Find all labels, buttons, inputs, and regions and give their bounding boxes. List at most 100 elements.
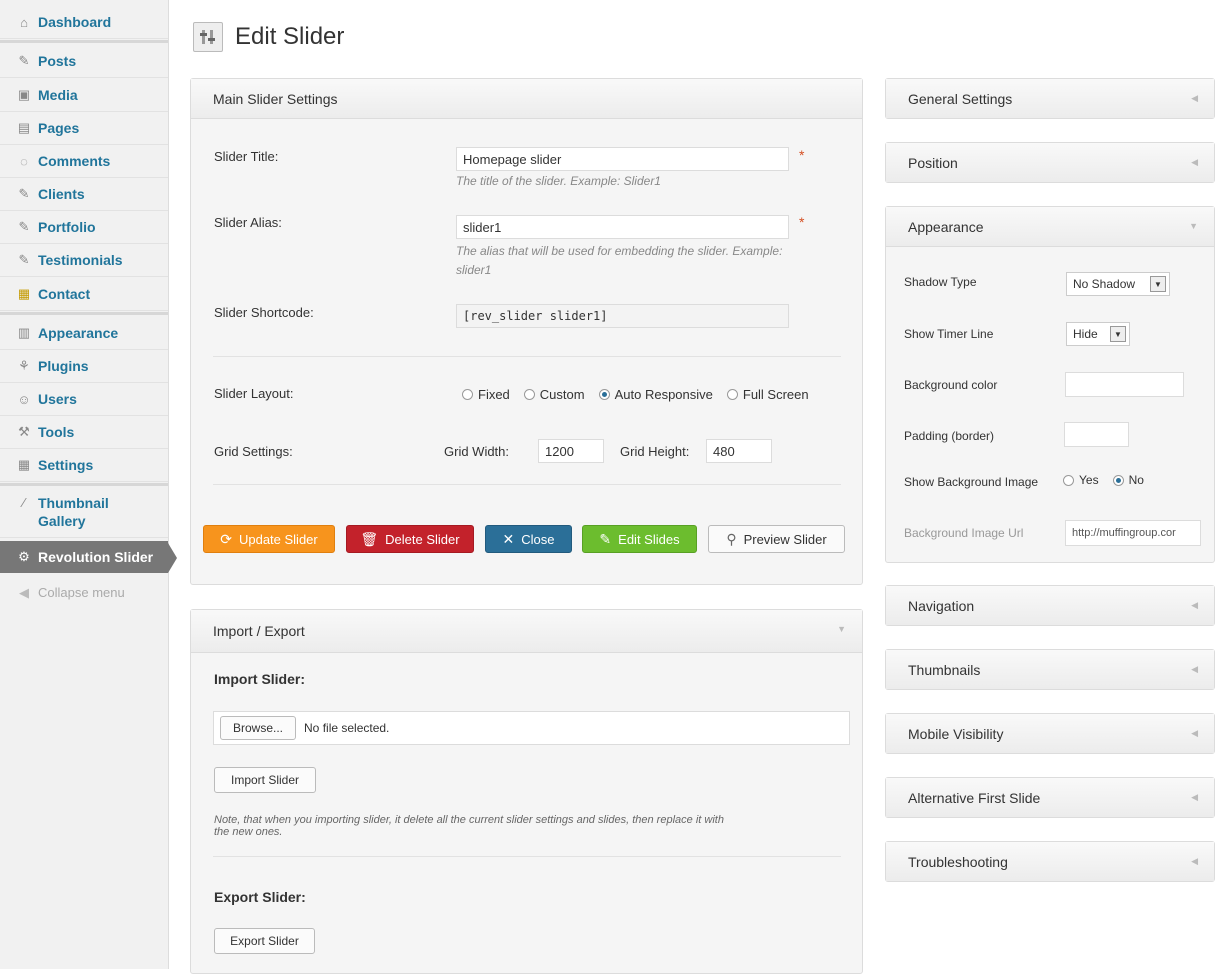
background-color-input[interactable] bbox=[1065, 372, 1184, 397]
sidebar-item-plugins[interactable]: ⚘ Plugins bbox=[0, 350, 168, 383]
sidebar-item-dashboard[interactable]: ⌂ Dashboard bbox=[0, 6, 168, 39]
edit-slides-button[interactable]: ✎ Edit Slides bbox=[582, 525, 697, 553]
alternative-first-slide-panel[interactable]: Alternative First Slide ◀ bbox=[885, 777, 1215, 818]
radio-yes[interactable]: Yes bbox=[1063, 473, 1099, 487]
update-slider-button[interactable]: ⟳ Update Slider bbox=[203, 525, 335, 553]
slider-title-input[interactable]: Homepage slider bbox=[456, 147, 789, 171]
layout-radio-auto-responsive[interactable]: Auto Responsive bbox=[598, 387, 713, 402]
sidebar-item-contact[interactable]: ▦ Contact bbox=[0, 278, 168, 311]
sidebar-item-thumbnail-gallery[interactable]: ⁄ Thumbnail Gallery bbox=[0, 488, 168, 538]
shadow-type-select[interactable]: No Shadow ▼ bbox=[1066, 272, 1170, 296]
delete-slider-button[interactable]: 🗑 Delete Slider bbox=[346, 525, 474, 553]
sidebar-item-pages[interactable]: ▤ Pages bbox=[0, 112, 168, 145]
troubleshooting-panel[interactable]: Troubleshooting ◀ bbox=[885, 841, 1215, 882]
expand-arrow-icon[interactable]: ◀ bbox=[1191, 792, 1198, 803]
navigation-panel[interactable]: Navigation ◀ bbox=[885, 585, 1215, 626]
slider-shortcode-field[interactable]: [rev_slider slider1] bbox=[456, 304, 789, 328]
appearance-icon: ▥ bbox=[17, 325, 31, 340]
general-settings-panel[interactable]: General Settings ◀ bbox=[885, 78, 1215, 119]
close-button[interactable]: ✕ Close bbox=[485, 525, 572, 553]
export-slider-button[interactable]: Export Slider bbox=[214, 928, 315, 954]
radio-button[interactable] bbox=[523, 389, 535, 400]
sidebar-item-revolution-slider[interactable]: ⚙ Revolution Slider bbox=[0, 541, 177, 573]
radio-label: Fixed bbox=[478, 387, 510, 402]
sidebar-item-appearance[interactable]: ▥ Appearance bbox=[0, 317, 168, 350]
slider-layout-label: Slider Layout: bbox=[214, 386, 294, 401]
radio-button[interactable] bbox=[462, 389, 473, 400]
button-label: Update Slider bbox=[238, 531, 318, 547]
panel-header[interactable]: Mobile Visibility ◀ bbox=[886, 714, 1214, 753]
sidebar-item-users[interactable]: ☺ Users bbox=[0, 383, 168, 416]
panel-title: Mobile Visibility bbox=[908, 725, 1004, 742]
pages-icon: ▤ bbox=[17, 120, 31, 135]
search-icon: ⚲ bbox=[726, 530, 737, 547]
panel-title: Appearance bbox=[908, 218, 984, 235]
pin-icon: ✎ bbox=[18, 186, 30, 201]
expand-arrow-icon[interactable]: ◀ bbox=[1191, 157, 1198, 168]
sidebar-item-label: Appearance bbox=[38, 325, 119, 341]
button-label: Delete Slider bbox=[385, 531, 460, 547]
import-export-panel: Import / Export ▼ Import Slider: Browse..… bbox=[190, 609, 863, 974]
slider-settings-icon bbox=[193, 22, 223, 52]
expand-arrow-icon[interactable]: ◀ bbox=[1191, 856, 1198, 867]
sidebar-item-label: Comments bbox=[38, 153, 111, 169]
radio-button[interactable] bbox=[726, 389, 738, 400]
radio-button[interactable] bbox=[1063, 474, 1074, 486]
page-heading: Edit Slider bbox=[235, 23, 345, 50]
sidebar-item-clients[interactable]: ✎ Clients bbox=[0, 178, 168, 211]
panel-header[interactable]: Thumbnails ◀ bbox=[886, 650, 1214, 689]
collapse-arrow-icon[interactable]: ▼ bbox=[837, 624, 846, 634]
divider bbox=[213, 856, 841, 857]
expand-arrow-icon[interactable]: ◀ bbox=[1191, 600, 1198, 611]
expand-arrow-icon[interactable]: ◀ bbox=[1191, 728, 1198, 739]
show-timer-line-select[interactable]: Hide ▼ bbox=[1066, 322, 1130, 346]
expand-arrow-icon[interactable]: ◀ bbox=[1191, 664, 1198, 675]
padding-border-input[interactable] bbox=[1064, 422, 1129, 447]
panel-header[interactable]: Navigation ◀ bbox=[886, 586, 1214, 625]
sidebar-item-media[interactable]: ▣ Media bbox=[0, 79, 168, 112]
layout-radio-full-screen[interactable]: Full Screen bbox=[726, 387, 809, 402]
sidebar-item-comments[interactable]: ◌ Comments bbox=[0, 145, 168, 178]
layout-radio-fixed[interactable]: Fixed bbox=[462, 387, 510, 402]
collapse-menu-label: Collapse menu bbox=[38, 585, 125, 600]
expand-arrow-icon[interactable]: ◀ bbox=[1191, 93, 1198, 104]
sidebar-item-tools[interactable]: ⚒ Tools bbox=[0, 416, 168, 449]
background-image-url-input[interactable]: http://muffingroup.cor bbox=[1065, 520, 1201, 546]
radio-button-selected[interactable] bbox=[598, 389, 610, 400]
file-input[interactable]: Browse... No file selected. bbox=[213, 711, 850, 745]
panel-header[interactable]: Import / Export ▼ bbox=[191, 610, 862, 653]
sidebar-item-portfolio[interactable]: ✎ Portfolio bbox=[0, 211, 168, 244]
radio-button-selected[interactable] bbox=[1112, 474, 1124, 486]
import-slider-button[interactable]: Import Slider bbox=[214, 767, 316, 793]
collapse-arrow-icon[interactable]: ▼ bbox=[1189, 221, 1198, 231]
sidebar-item-label: Revolution Slider bbox=[38, 549, 154, 565]
layout-radio-custom[interactable]: Custom bbox=[523, 387, 585, 402]
collapse-menu-button[interactable]: ◀ Collapse menu bbox=[0, 576, 168, 609]
sidebar-item-posts[interactable]: ✎ Posts bbox=[0, 45, 168, 78]
sidebar-item-testimonials[interactable]: ✎ Testimonials bbox=[0, 244, 168, 277]
preview-slider-button[interactable]: ⚲ Preview Slider bbox=[708, 525, 845, 553]
slider-alias-input[interactable]: slider1 bbox=[456, 215, 789, 239]
sidebar-item-label: Portfolio bbox=[38, 219, 96, 235]
sidebar-item-settings[interactable]: ▦ Settings bbox=[0, 449, 168, 482]
thumbnails-panel[interactable]: Thumbnails ◀ bbox=[885, 649, 1215, 690]
shadow-type-label: Shadow Type bbox=[904, 275, 977, 289]
panel-header[interactable]: Troubleshooting ◀ bbox=[886, 842, 1214, 881]
panel-header[interactable]: General Settings ◀ bbox=[886, 79, 1214, 118]
sidebar-item-label: Posts bbox=[38, 53, 77, 69]
sidebar-item-label: Plugins bbox=[38, 358, 89, 374]
panel-header: Main Slider Settings bbox=[191, 79, 862, 119]
mobile-visibility-panel[interactable]: Mobile Visibility ◀ bbox=[885, 713, 1215, 754]
radio-no[interactable]: No bbox=[1112, 473, 1144, 487]
grid-width-input[interactable]: 1200 bbox=[538, 439, 604, 463]
panel-header[interactable]: Alternative First Slide ◀ bbox=[886, 778, 1214, 817]
panel-header[interactable]: Position ◀ bbox=[886, 143, 1214, 182]
position-panel[interactable]: Position ◀ bbox=[885, 142, 1215, 183]
trash-icon: 🗑 bbox=[360, 530, 379, 547]
panel-header[interactable]: Appearance ▼ bbox=[886, 207, 1214, 247]
divider bbox=[213, 356, 841, 357]
browse-button[interactable]: Browse... bbox=[220, 716, 297, 740]
grid-height-input[interactable]: 480 bbox=[706, 439, 772, 463]
users-icon: ☺ bbox=[17, 391, 31, 407]
slider-layout-radio-group: Fixed Custom Auto Responsive Full Screen bbox=[462, 387, 809, 402]
